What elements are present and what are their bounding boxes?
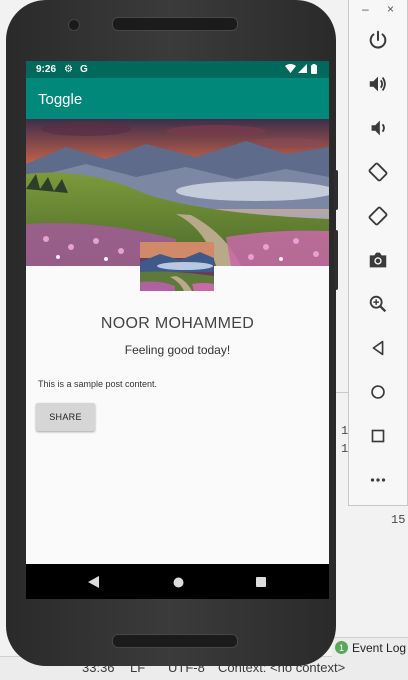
device-screen: 9:26 ⚙ G Toggle NOOR MOHAMMED Feeling go… bbox=[26, 61, 329, 599]
wifi-icon bbox=[285, 64, 296, 77]
back-nav-icon[interactable] bbox=[84, 573, 102, 591]
emulator-toolbar: – × bbox=[348, 0, 408, 506]
overview-icon[interactable] bbox=[363, 421, 393, 451]
zoom-icon[interactable] bbox=[363, 289, 393, 319]
battery-icon bbox=[311, 64, 317, 77]
home-nav-icon[interactable] bbox=[169, 573, 187, 591]
bottom-speaker bbox=[112, 634, 238, 648]
more-icon[interactable] bbox=[363, 465, 393, 495]
volume-up-icon[interactable] bbox=[363, 69, 393, 99]
event-log-label: Event Log bbox=[352, 640, 407, 655]
phone-frame: 9:26 ⚙ G Toggle NOOR MOHAMMED Feeling go… bbox=[6, 0, 338, 666]
android-nav-bar bbox=[26, 564, 329, 599]
profile-name: NOOR MOHAMMED bbox=[100, 315, 255, 332]
rotate-right-icon[interactable] bbox=[363, 201, 393, 231]
home-icon[interactable] bbox=[363, 377, 393, 407]
close-button[interactable]: × bbox=[387, 2, 394, 16]
overview-nav-icon[interactable] bbox=[252, 573, 270, 591]
google-icon: G bbox=[80, 64, 88, 75]
profile-status: Feeling good today! bbox=[124, 343, 231, 357]
front-camera bbox=[68, 19, 80, 31]
minimize-button[interactable]: – bbox=[362, 2, 369, 16]
toolbar-title: Toggle bbox=[38, 91, 83, 108]
settings-icon: ⚙ bbox=[64, 64, 73, 75]
post-content: This is a sample post content. bbox=[38, 379, 158, 389]
camera-icon[interactable] bbox=[363, 245, 393, 275]
phone-side-button bbox=[334, 170, 338, 210]
signal-icon bbox=[298, 64, 307, 77]
status-time: 9:26 bbox=[36, 64, 57, 75]
android-status-bar: 9:26 ⚙ G bbox=[26, 61, 329, 78]
earpiece-speaker bbox=[112, 17, 238, 31]
share-button[interactable]: SHARE bbox=[36, 403, 95, 431]
app-toolbar: Toggle bbox=[26, 78, 329, 119]
event-log-button[interactable]: 1 Event Log bbox=[332, 637, 408, 657]
power-icon[interactable] bbox=[363, 25, 393, 55]
back-icon[interactable] bbox=[363, 333, 393, 363]
phone-side-button bbox=[334, 230, 338, 290]
ide-gutter-number: 15 bbox=[391, 513, 406, 527]
profile-image[interactable] bbox=[140, 242, 214, 291]
event-log-count: 1 bbox=[335, 641, 348, 654]
volume-down-icon[interactable] bbox=[363, 113, 393, 143]
rotate-left-icon[interactable] bbox=[363, 157, 393, 187]
